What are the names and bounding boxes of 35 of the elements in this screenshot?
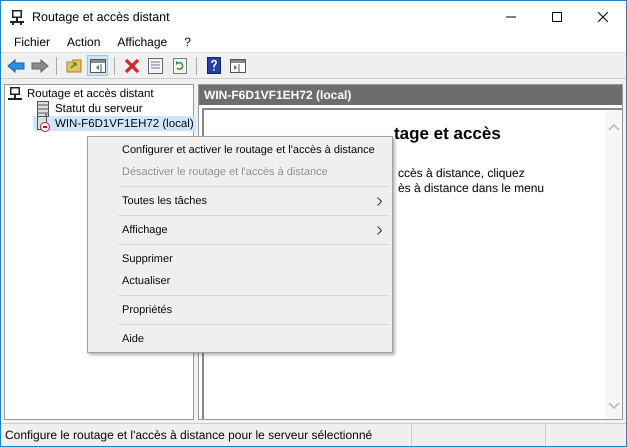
properties-icon xyxy=(148,58,163,74)
pane-header: WIN-F6D1VF1EH72 (local) xyxy=(199,85,622,105)
menu-item[interactable]: ? xyxy=(184,35,191,49)
server-stopped-icon xyxy=(35,116,51,132)
section-heading: tage et accès xyxy=(393,124,501,144)
menu-item[interactable]: Action xyxy=(67,35,100,49)
tree-item[interactable]: Routage et accès distant xyxy=(5,86,156,101)
menu-item[interactable]: Affichage xyxy=(117,35,168,49)
tree-item[interactable]: WIN-F6D1VF1EH72 (local) xyxy=(33,116,196,131)
back-arrow-icon xyxy=(6,58,24,72)
close-icon[interactable] xyxy=(598,12,608,22)
menu-item[interactable]: Fichier xyxy=(14,35,50,49)
tree-pane-icon xyxy=(90,58,106,72)
action-pane-icon xyxy=(230,58,246,72)
server-icon xyxy=(35,100,51,116)
help-book-icon xyxy=(206,57,220,74)
window-title: Routage et accès distant xyxy=(32,10,170,24)
menu-item[interactable]: Toutes les tâches xyxy=(88,190,392,212)
forward-arrow-icon xyxy=(30,58,48,72)
status-text: Configure le routage et l'accès à distance pour le serveur sélectionné xyxy=(4,427,374,444)
folder-icon xyxy=(66,58,82,73)
description-text: ccès à distance, cliquez xyxy=(398,166,526,181)
menu-item[interactable]: Affichage xyxy=(88,219,392,241)
refresh-icon xyxy=(172,58,186,74)
menu-item[interactable]: Configurer et activer le routage et l'accès à distance xyxy=(88,139,392,161)
toolbar-button[interactable] xyxy=(87,55,108,76)
network-computer-icon xyxy=(9,8,25,24)
menu-item[interactable]: Propriétés xyxy=(88,299,392,321)
maximize-icon[interactable] xyxy=(552,12,562,22)
menu-item[interactable]: Supprimer xyxy=(88,248,392,270)
description-text: ès à distance dans le menu xyxy=(398,181,546,196)
delete-icon xyxy=(124,58,140,74)
menu-item[interactable]: Aide xyxy=(88,328,392,350)
tree-item[interactable]: Statut du serveur xyxy=(33,101,145,116)
menu-item[interactable]: Actualiser xyxy=(88,270,392,292)
